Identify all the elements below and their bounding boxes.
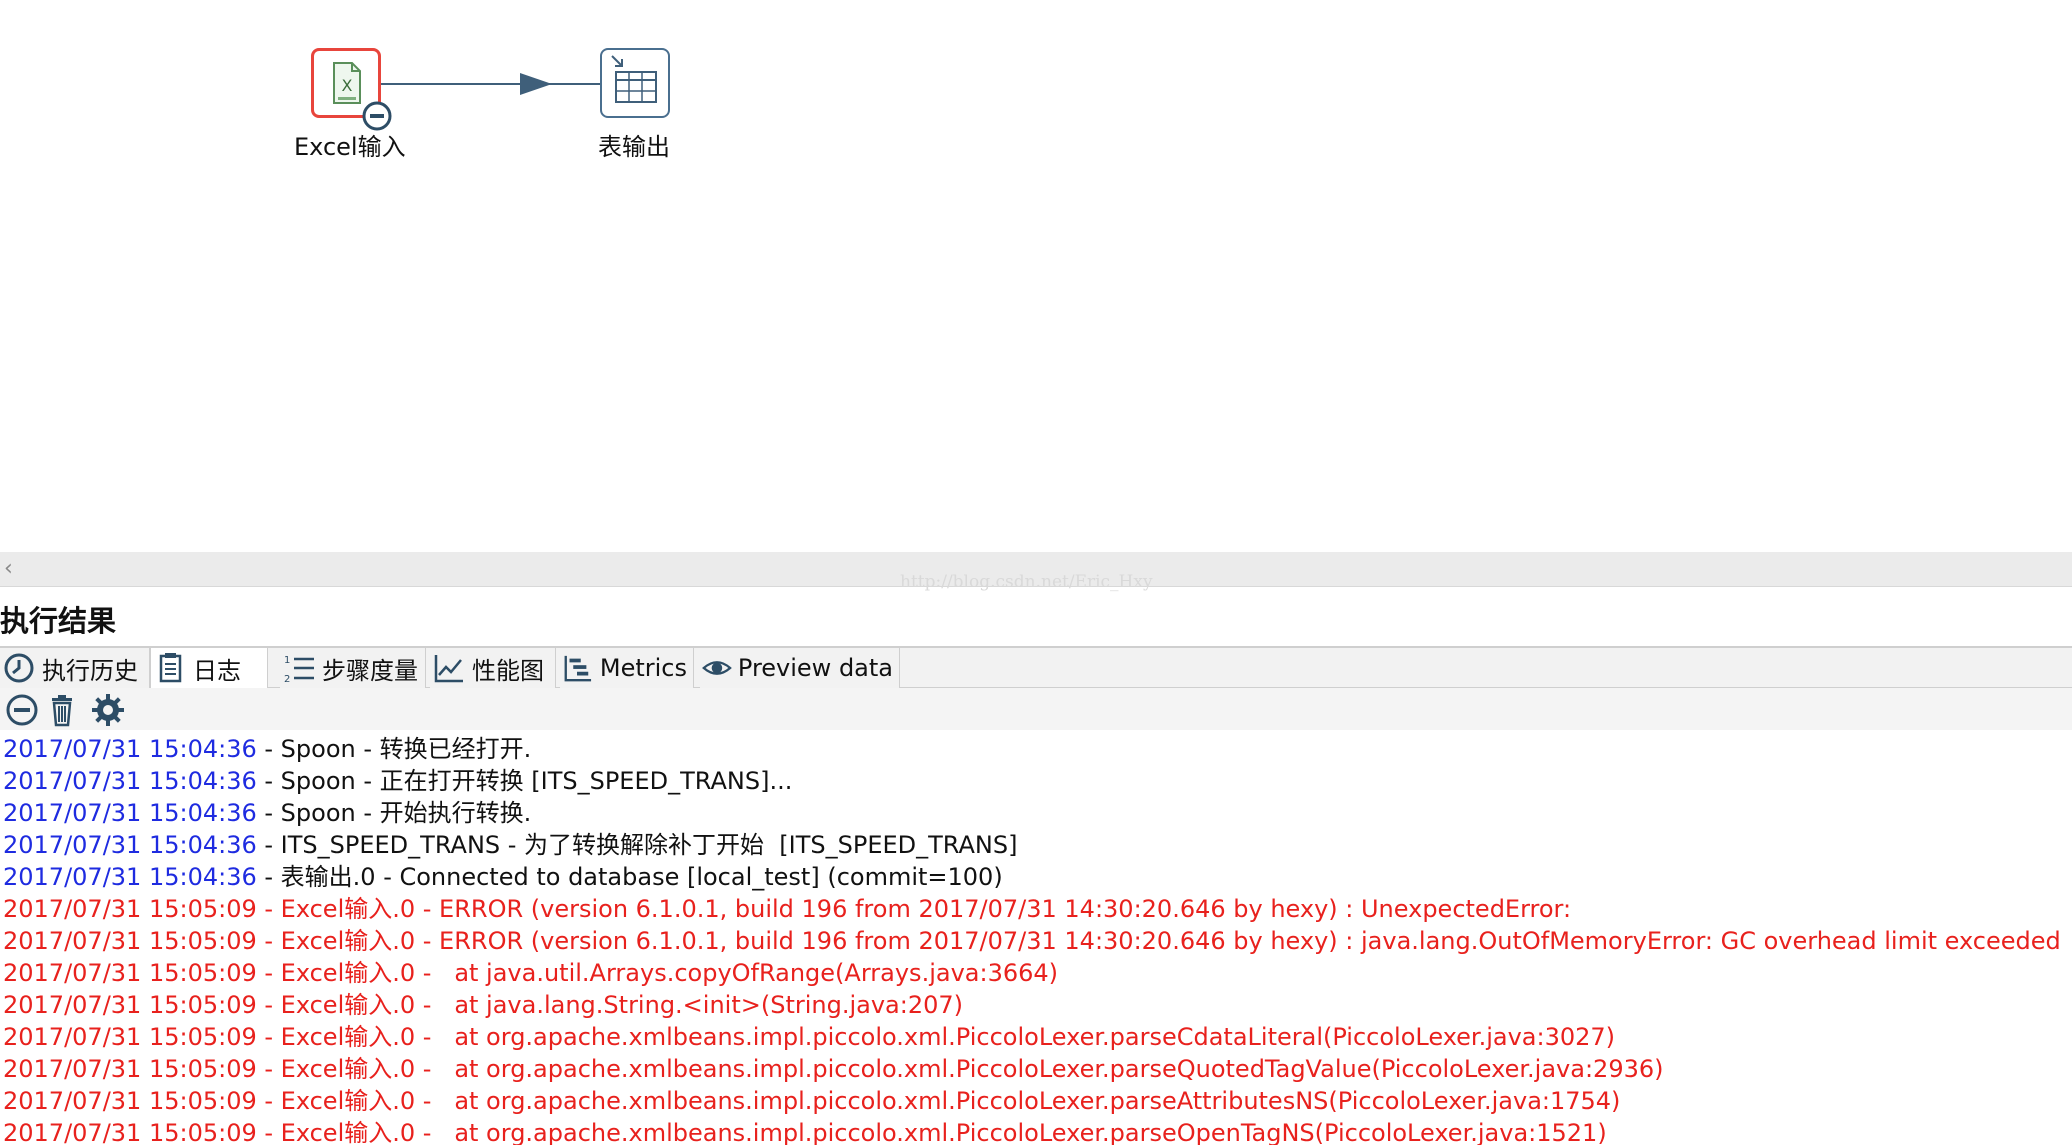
results-tab-bar: 执行历史 日志 1 2 步骤度量 性能图 Metrics Preview dat… [0,646,2072,688]
log-line: 2017/07/31 15:05:09 - Excel输入.0 - ERROR … [0,925,2072,957]
results-panel-title: 执行结果 [0,604,117,638]
log-timestamp: 2017/07/31 15:05:09 [3,1023,257,1051]
log-line: 2017/07/31 15:05:09 - Excel输入.0 - at org… [0,1053,2072,1085]
tab-preview-data[interactable]: Preview data [700,648,900,688]
svg-text:2: 2 [284,674,290,685]
log-line: 2017/07/31 15:04:36 - ITS_SPEED_TRANS - … [0,829,2072,861]
log-message: - Spoon - 转换已经打开. [256,735,532,763]
tab-label: Metrics [599,654,687,682]
settings-gear-icon[interactable] [90,692,126,728]
log-timestamp: 2017/07/31 15:04:36 [3,863,257,891]
log-message: - ITS_SPEED_TRANS - 为了转换解除补丁开始 [ITS_SPEE… [256,831,1018,859]
log-message: - Spoon - 开始执行转换. [256,799,532,827]
log-output-area[interactable]: 2017/07/31 15:04:36 - Spoon - 转换已经打开. 201… [0,733,2072,1145]
log-timestamp: 2017/07/31 15:05:09 [3,895,257,923]
tab-label: 性能图 [472,656,544,685]
log-message: - Excel输入.0 - at java.util.Arrays.copyOf… [256,959,1059,987]
step-label-table-output: 表输出 [598,133,670,161]
log-message: - Excel输入.0 - at java.lang.String.<init>… [256,991,964,1019]
history-clock-icon [4,653,34,683]
log-line: 2017/07/31 15:05:09 - Excel输入.0 - at org… [0,1021,2072,1053]
metrics-gantt-icon [564,655,592,682]
log-timestamp: 2017/07/31 15:05:09 [3,1055,257,1083]
table-output-step[interactable] [600,48,670,118]
log-message: - Excel输入.0 - at org.apache.xmlbeans.imp… [256,1023,1616,1051]
log-message: - Excel输入.0 - ERROR (version 6.1.0.1, bu… [256,895,1572,923]
log-document-icon [159,653,182,683]
log-line: 2017/07/31 15:04:36 - Spoon - 转换已经打开. [0,733,2072,765]
tab-log[interactable]: 日志 [150,648,268,688]
tab-execution-history[interactable]: 执行历史 [0,648,150,688]
log-timestamp: 2017/07/31 15:05:09 [3,991,257,1019]
svg-text:1: 1 [284,655,290,666]
table-output-icon [611,55,657,103]
log-timestamp: 2017/07/31 15:05:09 [3,1087,257,1115]
log-timestamp: 2017/07/31 15:05:09 [3,1119,257,1145]
log-timestamp: 2017/07/31 15:04:36 [3,799,257,827]
step-label-excel-input: Excel输入 [294,133,406,161]
log-message: - Spoon - 正在打开转换 [ITS_SPEED_TRANS]... [256,767,793,795]
log-message: - Excel输入.0 - at org.apache.xmlbeans.imp… [256,1119,1607,1145]
log-message: - Excel输入.0 - ERROR (version 6.1.0.1, bu… [256,927,2061,955]
log-timestamp: 2017/07/31 15:05:09 [3,927,257,955]
preview-eye-icon [702,661,732,675]
log-line: 2017/07/31 15:05:09 - Excel输入.0 - at org… [0,1085,2072,1117]
log-timestamp: 2017/07/31 15:05:09 [3,959,257,987]
tab-step-metrics[interactable]: 1 2 步骤度量 [280,648,426,688]
log-message: - Excel输入.0 - at org.apache.xmlbeans.imp… [256,1087,1621,1115]
transformation-canvas[interactable]: X Excel输入 表输出 [0,0,2072,552]
log-line: 2017/07/31 15:05:09 - Excel输入.0 - at jav… [0,989,2072,1021]
tab-label: 步骤度量 [322,656,418,685]
log-line: 2017/07/31 15:04:36 - Spoon - 正在打开转换 [IT… [0,765,2072,797]
log-message: - Excel输入.0 - at org.apache.xmlbeans.imp… [256,1055,1664,1083]
log-timestamp: 2017/07/31 15:04:36 [3,735,257,763]
log-line: 2017/07/31 15:05:09 - Excel输入.0 - ERROR … [0,893,2072,925]
trash-icon[interactable] [44,692,80,728]
log-toolbar [0,688,2072,730]
log-timestamp: 2017/07/31 15:04:36 [3,831,257,859]
performance-chart-icon [434,655,463,683]
step-metrics-list-icon: 1 2 [284,655,314,685]
watermark-text: http://blog.csdn.net/Eric_Hxy [900,572,1153,592]
tab-label: 执行历史 [42,656,138,685]
log-line: 2017/07/31 15:04:36 - 表输出.0 - Connected … [0,861,2072,893]
tab-performance-chart[interactable]: 性能图 [430,648,556,688]
tab-label: 日志 [193,656,241,685]
log-timestamp: 2017/07/31 15:04:36 [3,767,257,795]
log-message: - 表输出.0 - Connected to database [local_t… [256,863,1003,891]
tab-label: Preview data [737,654,893,682]
tab-metrics[interactable]: Metrics [560,648,694,688]
stop-icon[interactable] [4,692,40,728]
log-line: 2017/07/31 15:05:09 - Excel输入.0 - at jav… [0,957,2072,989]
log-line: 2017/07/31 15:04:36 - Spoon - 开始执行转换. [0,797,2072,829]
scroll-left-arrow-icon[interactable]: ‹ [4,556,13,582]
log-line: 2017/07/31 15:05:09 - Excel输入.0 - at org… [0,1117,2072,1145]
svg-text:X: X [342,76,353,95]
